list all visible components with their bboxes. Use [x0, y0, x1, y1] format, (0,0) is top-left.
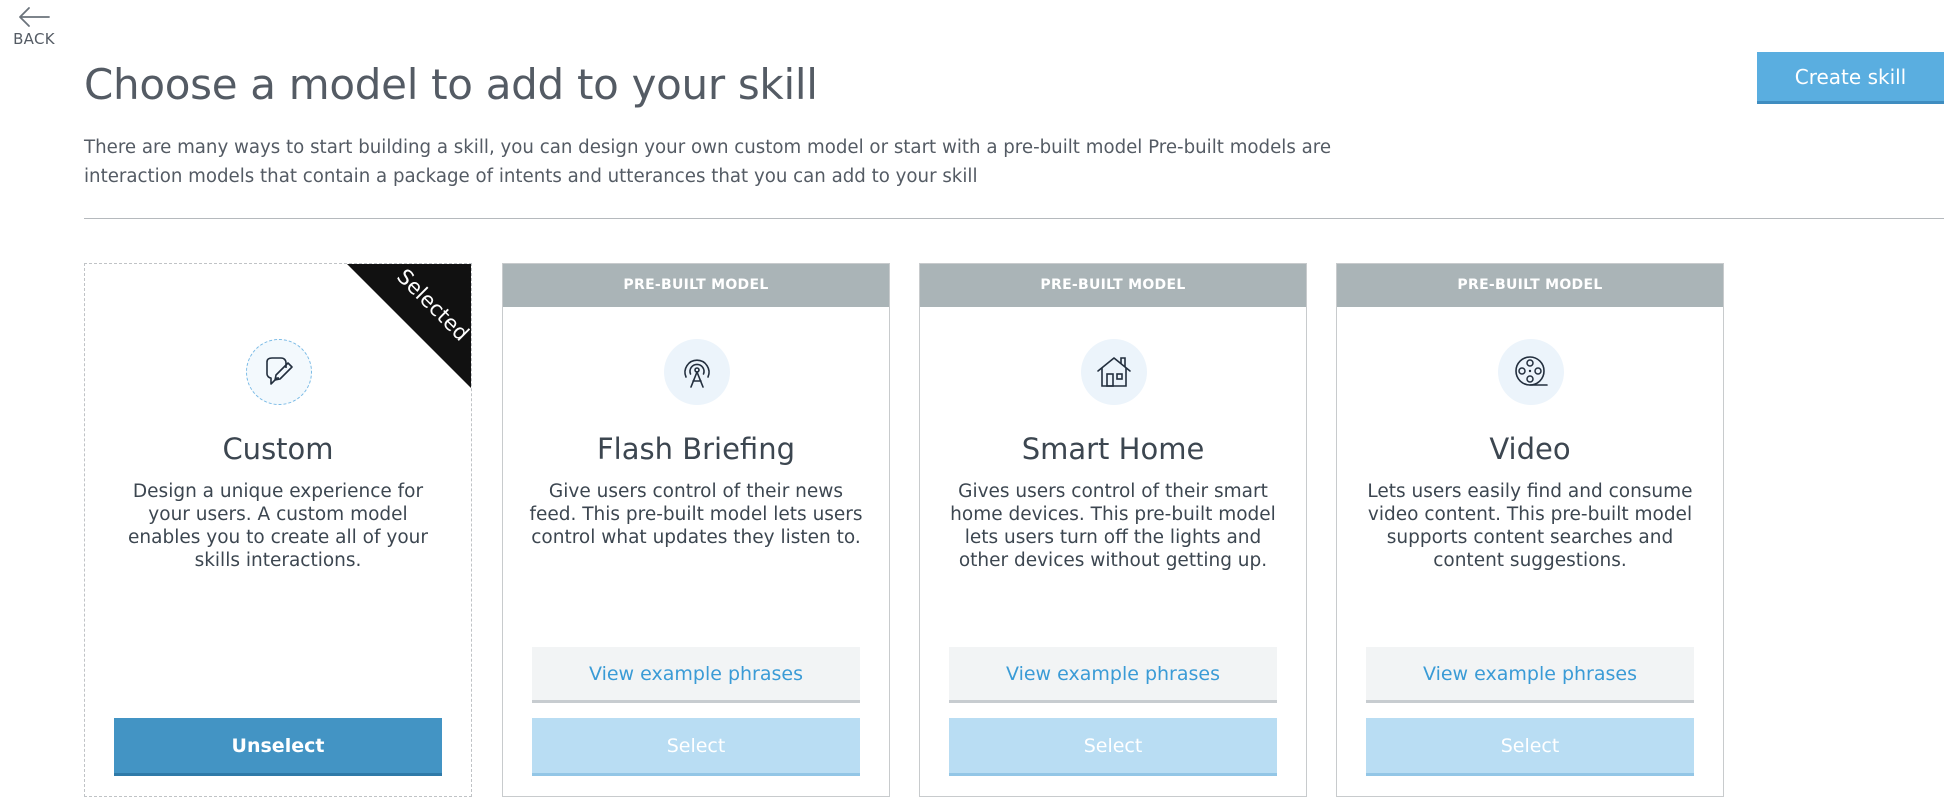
divider — [84, 218, 1944, 219]
card-header: PRE-BUILT MODEL — [1337, 264, 1723, 307]
film-reel-icon — [1515, 356, 1548, 386]
unselect-button[interactable]: Unselect — [114, 718, 442, 776]
speech-bubble-pencil-icon — [266, 357, 293, 385]
page-title: Choose a model to add to your skill — [84, 60, 818, 109]
video-icon-circle — [1498, 339, 1564, 405]
card-description: Gives users control of their smart home … — [950, 481, 1276, 571]
view-example-phrases-button[interactable]: View example phrases — [949, 647, 1277, 703]
smart-home-icon-circle — [1081, 339, 1147, 405]
custom-icon-circle — [246, 339, 312, 405]
card-description: Lets users easily find and consume video… — [1367, 481, 1693, 571]
model-card-custom[interactable]: Selected Custom Design a unique experien… — [84, 263, 472, 797]
create-skill-button[interactable]: Create skill — [1757, 52, 1944, 104]
broadcast-tower-icon — [684, 359, 710, 388]
model-card-flash-briefing: PRE-BUILT MODEL Flash Briefing Give user… — [502, 263, 890, 797]
selected-ribbon: Selected — [347, 264, 471, 388]
model-card-video: PRE-BUILT MODEL Video Lets users easily … — [1336, 263, 1724, 797]
card-header: PRE-BUILT MODEL — [920, 264, 1306, 307]
card-title: Smart Home — [1021, 432, 1205, 466]
flash-briefing-icon-circle — [664, 339, 730, 405]
model-card-smart-home: PRE-BUILT MODEL Smart Home Gives users c… — [919, 263, 1307, 797]
arrow-left-icon — [19, 7, 50, 27]
card-header: PRE-BUILT MODEL — [503, 264, 889, 307]
select-button[interactable]: Select — [532, 718, 860, 776]
card-title: Video — [1489, 432, 1571, 466]
card-description: Give users control of their news feed. T… — [529, 481, 863, 548]
back-button[interactable]: BACK — [12, 6, 56, 48]
back-label: BACK — [13, 30, 55, 48]
card-description: Design a unique experience for your user… — [128, 481, 428, 571]
view-example-phrases-button[interactable]: View example phrases — [1366, 647, 1694, 703]
select-button[interactable]: Select — [949, 718, 1277, 776]
card-title: Custom — [222, 432, 334, 466]
view-example-phrases-button[interactable]: View example phrases — [532, 647, 860, 703]
card-title: Flash Briefing — [597, 432, 795, 466]
house-icon — [1097, 357, 1131, 387]
select-button[interactable]: Select — [1366, 718, 1694, 776]
page-description: There are many ways to start building a … — [84, 137, 1332, 187]
